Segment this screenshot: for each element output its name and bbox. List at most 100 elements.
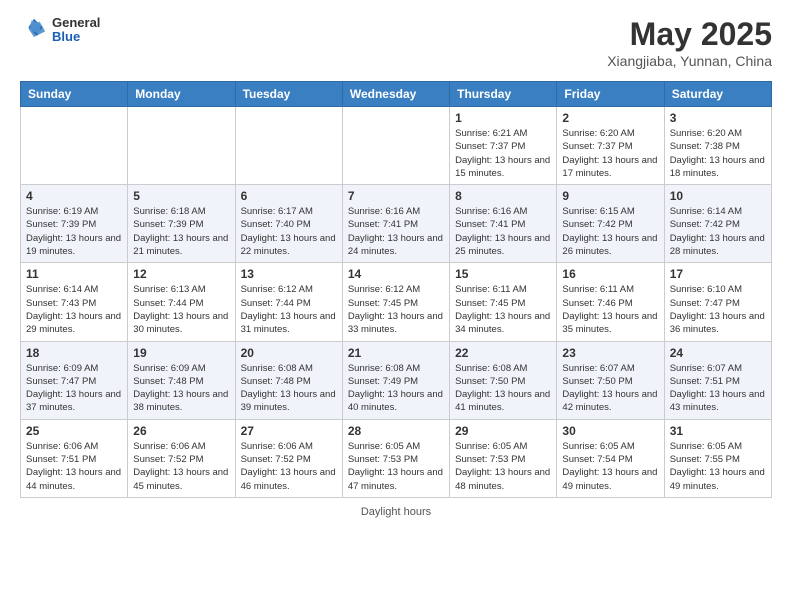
calendar-day-header: Monday — [128, 82, 235, 107]
logo-general: General — [52, 16, 100, 30]
calendar-day-header: Wednesday — [342, 82, 449, 107]
calendar-day-header: Tuesday — [235, 82, 342, 107]
calendar-cell: 13 Sunrise: 6:12 AM Sunset: 7:44 PM Dayli… — [235, 263, 342, 341]
day-info: Sunrise: 6:07 AM Sunset: 7:50 PM Dayligh… — [562, 362, 658, 415]
calendar-cell: 15 Sunrise: 6:11 AM Sunset: 7:45 PM Dayli… — [450, 263, 557, 341]
calendar-cell: 3 Sunrise: 6:20 AM Sunset: 7:38 PM Daylig… — [664, 107, 771, 185]
day-number: 10 — [670, 189, 766, 203]
calendar-cell: 18 Sunrise: 6:09 AM Sunset: 7:47 PM Dayli… — [21, 341, 128, 419]
day-number: 13 — [241, 267, 337, 281]
day-number: 23 — [562, 346, 658, 360]
day-number: 7 — [348, 189, 444, 203]
day-info: Sunrise: 6:11 AM Sunset: 7:46 PM Dayligh… — [562, 283, 658, 336]
calendar-week-row: 4 Sunrise: 6:19 AM Sunset: 7:39 PM Daylig… — [21, 185, 772, 263]
calendar-cell — [235, 107, 342, 185]
day-info: Sunrise: 6:08 AM Sunset: 7:49 PM Dayligh… — [348, 362, 444, 415]
calendar-cell: 5 Sunrise: 6:18 AM Sunset: 7:39 PM Daylig… — [128, 185, 235, 263]
page: General Blue May 2025 Xiangjiaba, Yunnan… — [0, 0, 792, 534]
day-number: 20 — [241, 346, 337, 360]
calendar-cell: 27 Sunrise: 6:06 AM Sunset: 7:52 PM Dayli… — [235, 419, 342, 497]
month-year-title: May 2025 — [607, 16, 772, 53]
day-info: Sunrise: 6:05 AM Sunset: 7:53 PM Dayligh… — [348, 440, 444, 493]
day-number: 8 — [455, 189, 551, 203]
calendar-cell: 23 Sunrise: 6:07 AM Sunset: 7:50 PM Dayli… — [557, 341, 664, 419]
calendar-cell: 20Sunrise: 6:08 AM Sunset: 7:48 PM Dayli… — [235, 341, 342, 419]
footer-label: Daylight hours — [361, 506, 431, 518]
calendar-week-row: 1 Sunrise: 6:21 AM Sunset: 7:37 PM Daylig… — [21, 107, 772, 185]
calendar-week-row: 25 Sunrise: 6:06 AM Sunset: 7:51 PM Dayli… — [21, 419, 772, 497]
day-number: 5 — [133, 189, 229, 203]
calendar-header-row: SundayMondayTuesdayWednesdayThursdayFrid… — [21, 82, 772, 107]
day-info: Sunrise: 6:14 AM Sunset: 7:42 PM Dayligh… — [670, 205, 766, 258]
calendar-cell: 17 Sunrise: 6:10 AM Sunset: 7:47 PM Dayli… — [664, 263, 771, 341]
day-number: 17 — [670, 267, 766, 281]
day-number: 11 — [26, 267, 122, 281]
calendar-cell: 21 Sunrise: 6:08 AM Sunset: 7:49 PM Dayli… — [342, 341, 449, 419]
calendar-cell: 8 Sunrise: 6:16 AM Sunset: 7:41 PM Daylig… — [450, 185, 557, 263]
calendar-cell: 30Sunrise: 6:05 AM Sunset: 7:54 PM Dayli… — [557, 419, 664, 497]
day-info: Sunrise: 6:17 AM Sunset: 7:40 PM Dayligh… — [241, 205, 337, 258]
day-info: Sunrise: 6:09 AM Sunset: 7:48 PM Dayligh… — [133, 362, 229, 415]
day-info: Sunrise: 6:14 AM Sunset: 7:43 PM Dayligh… — [26, 283, 122, 336]
day-number: 22 — [455, 346, 551, 360]
location-subtitle: Xiangjiaba, Yunnan, China — [607, 53, 772, 69]
calendar-cell: 12Sunrise: 6:13 AM Sunset: 7:44 PM Dayli… — [128, 263, 235, 341]
calendar-cell: 29Sunrise: 6:05 AM Sunset: 7:53 PM Dayli… — [450, 419, 557, 497]
calendar-cell: 25 Sunrise: 6:06 AM Sunset: 7:51 PM Dayli… — [21, 419, 128, 497]
day-info: Sunrise: 6:12 AM Sunset: 7:44 PM Dayligh… — [241, 283, 337, 336]
day-number: 27 — [241, 424, 337, 438]
calendar-cell: 10 Sunrise: 6:14 AM Sunset: 7:42 PM Dayli… — [664, 185, 771, 263]
day-number: 6 — [241, 189, 337, 203]
day-info: Sunrise: 6:19 AM Sunset: 7:39 PM Dayligh… — [26, 205, 122, 258]
day-info: Sunrise: 6:08 AM Sunset: 7:50 PM Dayligh… — [455, 362, 551, 415]
calendar-cell: 28Sunrise: 6:05 AM Sunset: 7:53 PM Dayli… — [342, 419, 449, 497]
calendar-cell: 19Sunrise: 6:09 AM Sunset: 7:48 PM Dayli… — [128, 341, 235, 419]
day-number: 21 — [348, 346, 444, 360]
day-number: 3 — [670, 111, 766, 125]
header: General Blue May 2025 Xiangjiaba, Yunnan… — [20, 16, 772, 69]
calendar-cell: 16 Sunrise: 6:11 AM Sunset: 7:46 PM Dayli… — [557, 263, 664, 341]
day-info: Sunrise: 6:06 AM Sunset: 7:52 PM Dayligh… — [133, 440, 229, 493]
footer: Daylight hours — [20, 506, 772, 518]
day-number: 12 — [133, 267, 229, 281]
calendar-cell: 4 Sunrise: 6:19 AM Sunset: 7:39 PM Daylig… — [21, 185, 128, 263]
day-info: Sunrise: 6:06 AM Sunset: 7:51 PM Dayligh… — [26, 440, 122, 493]
day-info: Sunrise: 6:16 AM Sunset: 7:41 PM Dayligh… — [455, 205, 551, 258]
day-number: 24 — [670, 346, 766, 360]
day-number: 4 — [26, 189, 122, 203]
calendar-cell: 9Sunrise: 6:15 AM Sunset: 7:42 PM Daylig… — [557, 185, 664, 263]
calendar-cell — [21, 107, 128, 185]
calendar-day-header: Friday — [557, 82, 664, 107]
day-number: 25 — [26, 424, 122, 438]
calendar-cell: 7Sunrise: 6:16 AM Sunset: 7:41 PM Daylig… — [342, 185, 449, 263]
day-info: Sunrise: 6:18 AM Sunset: 7:39 PM Dayligh… — [133, 205, 229, 258]
calendar-cell: 22 Sunrise: 6:08 AM Sunset: 7:50 PM Dayli… — [450, 341, 557, 419]
day-number: 1 — [455, 111, 551, 125]
day-number: 2 — [562, 111, 658, 125]
day-info: Sunrise: 6:06 AM Sunset: 7:52 PM Dayligh… — [241, 440, 337, 493]
day-number: 14 — [348, 267, 444, 281]
day-number: 30 — [562, 424, 658, 438]
calendar-cell: 26 Sunrise: 6:06 AM Sunset: 7:52 PM Dayli… — [128, 419, 235, 497]
day-info: Sunrise: 6:21 AM Sunset: 7:37 PM Dayligh… — [455, 127, 551, 180]
day-info: Sunrise: 6:20 AM Sunset: 7:38 PM Dayligh… — [670, 127, 766, 180]
day-info: Sunrise: 6:10 AM Sunset: 7:47 PM Dayligh… — [670, 283, 766, 336]
day-info: Sunrise: 6:11 AM Sunset: 7:45 PM Dayligh… — [455, 283, 551, 336]
day-info: Sunrise: 6:12 AM Sunset: 7:45 PM Dayligh… — [348, 283, 444, 336]
calendar-cell: 14 Sunrise: 6:12 AM Sunset: 7:45 PM Dayli… — [342, 263, 449, 341]
calendar-cell: 2 Sunrise: 6:20 AM Sunset: 7:37 PM Daylig… — [557, 107, 664, 185]
calendar-cell — [342, 107, 449, 185]
day-number: 16 — [562, 267, 658, 281]
calendar-day-header: Thursday — [450, 82, 557, 107]
day-info: Sunrise: 6:07 AM Sunset: 7:51 PM Dayligh… — [670, 362, 766, 415]
day-number: 15 — [455, 267, 551, 281]
calendar-week-row: 11 Sunrise: 6:14 AM Sunset: 7:43 PM Dayli… — [21, 263, 772, 341]
day-info: Sunrise: 6:09 AM Sunset: 7:47 PM Dayligh… — [26, 362, 122, 415]
day-number: 18 — [26, 346, 122, 360]
logo-text: General Blue — [52, 16, 100, 45]
day-info: Sunrise: 6:05 AM Sunset: 7:53 PM Dayligh… — [455, 440, 551, 493]
day-number: 26 — [133, 424, 229, 438]
day-info: Sunrise: 6:20 AM Sunset: 7:37 PM Dayligh… — [562, 127, 658, 180]
calendar-cell: 31Sunrise: 6:05 AM Sunset: 7:55 PM Dayli… — [664, 419, 771, 497]
calendar-cell — [128, 107, 235, 185]
